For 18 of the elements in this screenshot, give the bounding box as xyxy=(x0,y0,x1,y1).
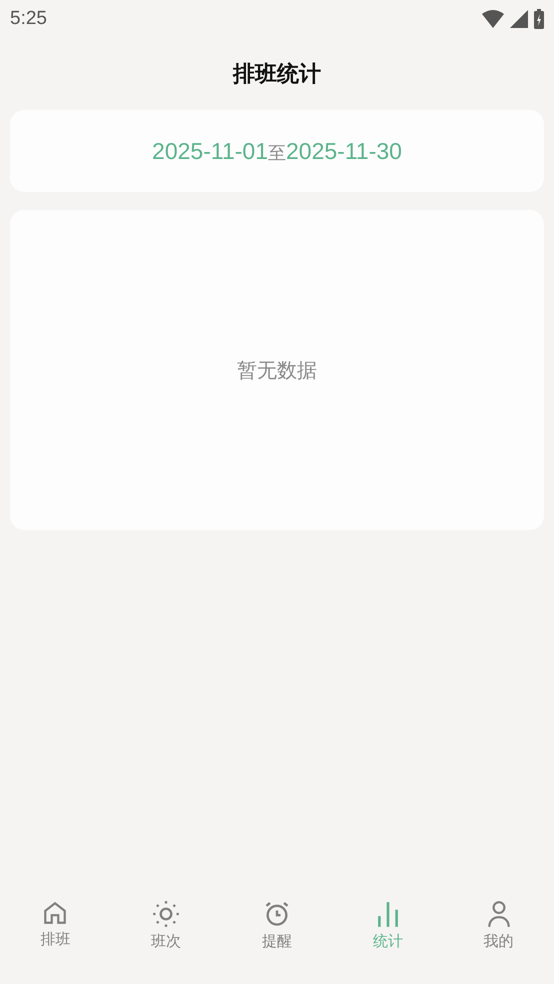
empty-message: 暂无数据 xyxy=(237,356,317,384)
nav-tab[interactable]: 我的 xyxy=(443,900,554,974)
range-separator: 至 xyxy=(268,142,286,164)
sun-icon xyxy=(152,900,180,928)
nav-tab[interactable]: 统计 xyxy=(332,900,444,974)
battery-icon xyxy=(534,9,544,29)
status-time: 5:25 xyxy=(10,8,47,30)
wifi-icon xyxy=(482,10,504,28)
nav-tab[interactable]: 提醒 xyxy=(222,900,332,974)
person-icon xyxy=(486,900,512,928)
date-range-card[interactable]: 2025-11-01至2025-11-30 xyxy=(10,110,544,192)
home-icon xyxy=(42,900,68,926)
end-date: 2025-11-30 xyxy=(286,138,402,164)
start-date: 2025-11-01 xyxy=(152,138,268,164)
nav-tab[interactable]: 排班 xyxy=(0,900,111,974)
nav-tab[interactable]: 班次 xyxy=(110,900,222,974)
signal-icon xyxy=(510,10,528,28)
page-title: 排班统计 xyxy=(232,61,322,89)
